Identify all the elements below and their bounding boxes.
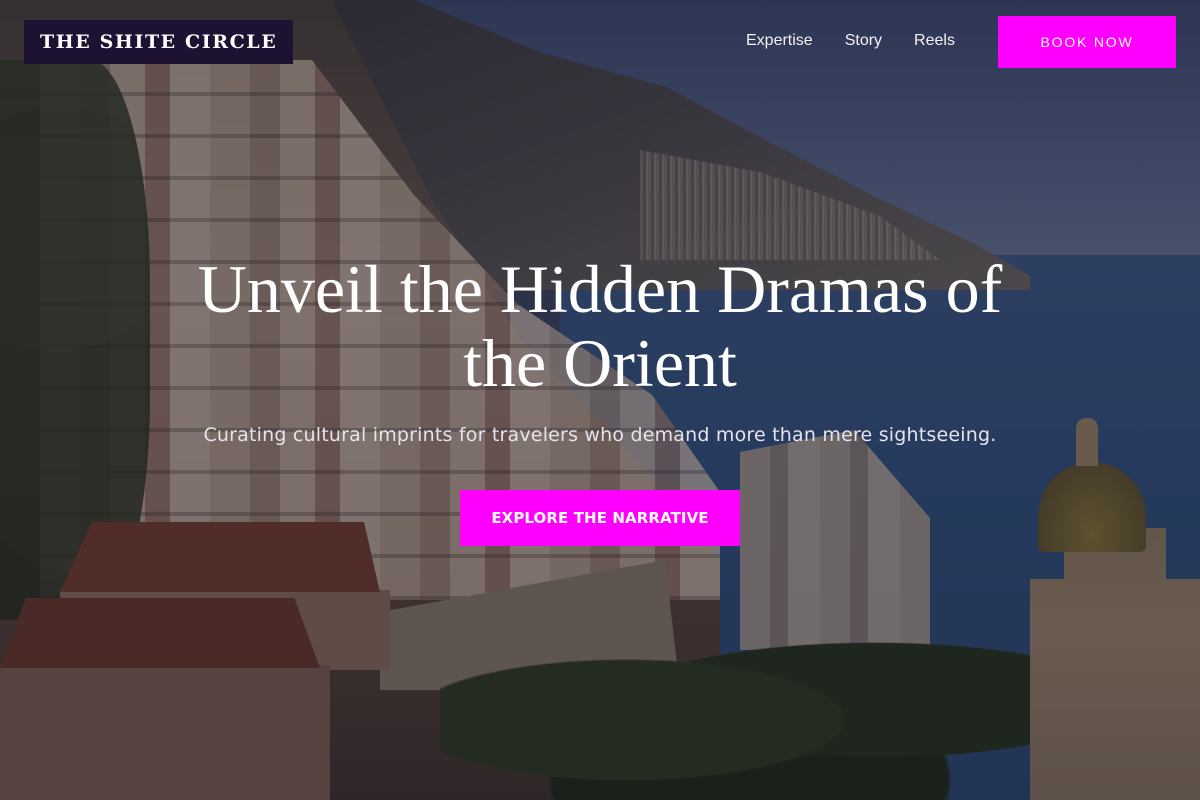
- brand-logo[interactable]: THE SHITE CIRCLE: [24, 20, 294, 64]
- hero-title-line-1: Unveil the Hidden Dramas of: [197, 251, 1003, 327]
- hero-title: Unveil the Hidden Dramas of the Orient: [100, 252, 1100, 400]
- hero-subtitle: Curating cultural imprints for travelers…: [203, 424, 997, 446]
- explore-narrative-button[interactable]: EXPLORE THE NARRATIVE: [460, 490, 740, 546]
- brand-name: THE SHITE CIRCLE: [40, 31, 278, 53]
- book-now-button[interactable]: BOOK NOW: [998, 16, 1176, 68]
- main-nav: Expertise Story Reels: [730, 30, 971, 52]
- nav-item-expertise[interactable]: Expertise: [730, 30, 829, 52]
- nav-item-story[interactable]: Story: [829, 30, 898, 52]
- nav-item-reels[interactable]: Reels: [898, 30, 971, 52]
- hero-title-line-2: the Orient: [463, 325, 737, 401]
